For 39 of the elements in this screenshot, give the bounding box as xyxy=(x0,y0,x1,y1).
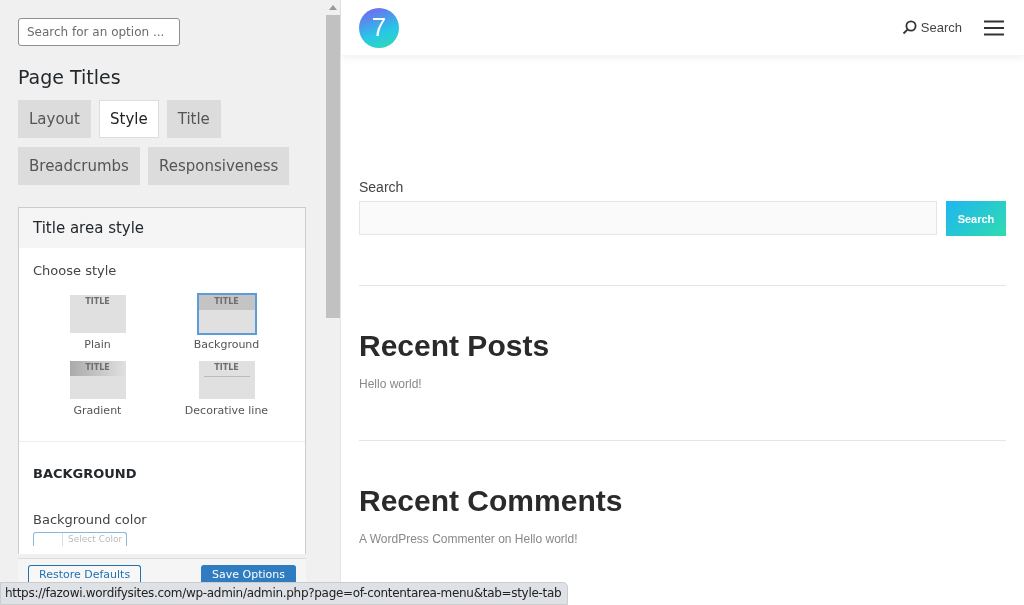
search-icon xyxy=(901,20,917,35)
section-heading: BACKGROUND xyxy=(33,466,137,481)
restore-button[interactable]: Restore Defaults xyxy=(28,565,142,585)
site-logo[interactable]: 7 xyxy=(359,7,399,48)
style-option[interactable]: TITLE Gradient xyxy=(33,359,162,417)
tab[interactable]: Style xyxy=(99,100,159,138)
title-layout-icon xyxy=(198,361,255,399)
card-title: Title area style xyxy=(19,208,305,248)
author-link[interactable]: A WordPress Commenter xyxy=(359,532,495,546)
search-label: Search xyxy=(359,179,404,195)
url-tooltip: https://fazowi.wordifysites.com/wp-admin/admin.php?page=of-contentarea-menu&tab=style-tab xyxy=(0,582,569,605)
scroll-up-icon[interactable] xyxy=(329,5,337,10)
style-option[interactable]: TITLE Decorative line xyxy=(162,359,291,417)
tab[interactable]: Responsiveness xyxy=(147,147,290,185)
title-layout-icon xyxy=(198,295,255,333)
style-option[interactable]: TITLE Background xyxy=(162,293,291,351)
tab[interactable]: Title xyxy=(166,100,221,138)
comment-entry: A WordPress Commenter on Hello world! xyxy=(359,532,579,546)
widget-heading: Recent Posts xyxy=(359,329,550,363)
tab[interactable]: Layout xyxy=(18,100,91,138)
search-field[interactable]: Search for an option ... xyxy=(18,18,180,46)
field-label: Choose style xyxy=(33,263,117,278)
thumbnail-text: TITLE xyxy=(213,363,240,372)
field-label: Background color xyxy=(33,512,147,527)
title-layout-icon xyxy=(69,295,126,333)
post-link[interactable]: Hello world! xyxy=(359,377,422,391)
thumbnail-text: TITLE xyxy=(84,363,111,372)
tab[interactable]: Breadcrumbs xyxy=(18,147,140,185)
page-heading: Page Titles xyxy=(18,66,121,88)
thumbnail-text: TITLE xyxy=(213,297,240,306)
menu-icon[interactable] xyxy=(984,19,1004,36)
title-layout-icon xyxy=(69,361,126,399)
scrollbar-thumb[interactable] xyxy=(326,15,340,318)
header-search-link[interactable]: Search xyxy=(901,20,962,35)
post-link[interactable]: Hello world! xyxy=(514,532,578,546)
thumbnail-text: TITLE xyxy=(84,297,111,306)
save-button[interactable]: Save Options xyxy=(201,565,296,585)
widget-heading: Recent Comments xyxy=(359,484,623,518)
style-option[interactable]: TITLE Plain xyxy=(33,293,162,351)
